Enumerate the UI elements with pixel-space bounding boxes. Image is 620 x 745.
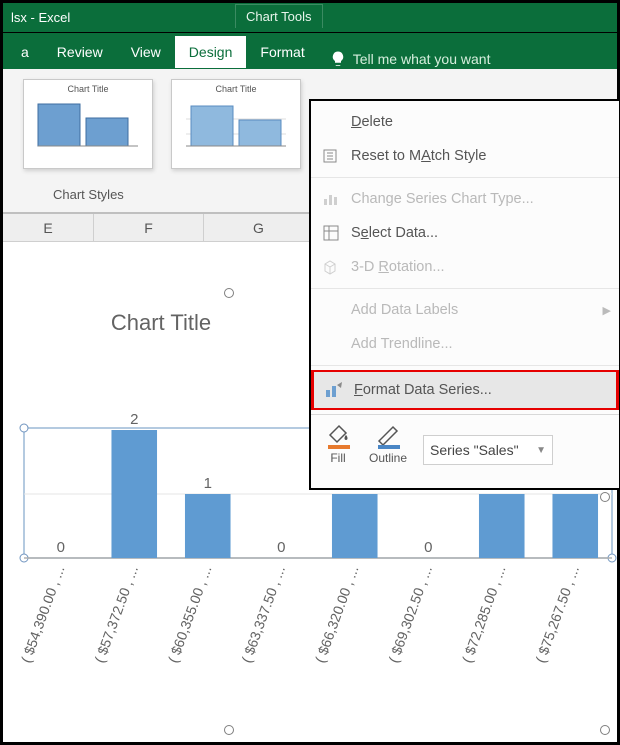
series-selector[interactable]: Series "Sales" ▼ — [423, 435, 553, 465]
tab-review[interactable]: Review — [43, 36, 117, 68]
bar-value-label: 1 — [204, 475, 212, 492]
col-header-G[interactable]: G — [203, 214, 313, 241]
lightbulb-icon — [329, 50, 347, 68]
selection-handle[interactable] — [224, 288, 234, 298]
bar[interactable] — [111, 430, 157, 558]
x-tick-label: ( $63,337.50 , ... — [238, 564, 288, 665]
menu-select-data[interactable]: Select Data... — [311, 216, 619, 250]
menu-3d-rotation: 3-D Rotation... — [311, 250, 619, 284]
col-header-E[interactable]: E — [3, 214, 93, 241]
fill-bucket-icon — [323, 421, 353, 451]
bar-value-label: 0 — [277, 539, 285, 556]
mini-toolbar: Fill Outline Series "Sales" ▼ — [311, 414, 619, 484]
chart-type-icon — [321, 189, 341, 209]
window-title: lsx - Excel — [3, 10, 70, 25]
tell-me-search[interactable]: Tell me what you want — [319, 50, 491, 68]
thumb-title: Chart Title — [24, 84, 152, 94]
blank-icon — [321, 300, 341, 320]
menu-add-trendline: Add Trendline... — [311, 327, 619, 361]
outline-pen-icon — [373, 421, 403, 451]
selection-handle[interactable] — [224, 725, 234, 735]
fill-button[interactable]: Fill — [323, 421, 353, 465]
bar-value-label: 0 — [57, 539, 65, 556]
chart-style-thumb-1[interactable]: Chart Title — [23, 79, 153, 169]
x-tick-label: ( $75,267.50 , ... — [532, 564, 582, 665]
rotation-3d-icon — [321, 257, 341, 277]
chart-tools-label: Chart Tools — [235, 4, 323, 28]
bar[interactable] — [479, 494, 525, 558]
selection-handle[interactable] — [600, 492, 610, 502]
menu-delete[interactable]: Delete — [311, 105, 619, 139]
bar-value-label: 0 — [424, 539, 432, 556]
submenu-arrow-icon: ▶ — [603, 304, 611, 317]
menu-reset-to-match-style[interactable]: Reset to MAtch Style — [311, 139, 619, 173]
chart-style-thumb-2[interactable]: Chart Title — [171, 79, 301, 169]
x-tick-label: ( $60,355.00 , ... — [165, 564, 215, 665]
selection-handle[interactable] — [600, 725, 610, 735]
x-tick-label: ( $54,390.00 , ... — [18, 564, 68, 665]
select-data-icon — [321, 223, 341, 243]
reset-icon — [321, 146, 341, 166]
dropdown-arrow-icon: ▼ — [536, 445, 546, 456]
col-header-F[interactable]: F — [93, 214, 203, 241]
tab-design[interactable]: Design — [175, 36, 247, 68]
tab-view[interactable]: View — [117, 36, 175, 68]
menu-add-data-labels: Add Data Labels ▶ — [311, 293, 619, 327]
outline-button[interactable]: Outline — [369, 421, 407, 465]
x-tick-label: ( $57,372.50 , ... — [91, 564, 141, 665]
x-tick-label: ( $72,285.00 , ... — [459, 564, 509, 665]
context-menu: Delete Reset to MAtch Style Change Serie… — [309, 99, 620, 490]
thumb-title: Chart Title — [172, 84, 300, 94]
tab-partial-a[interactable]: a — [7, 36, 43, 68]
ribbon-tabs: a Review View Design Format Tell me what… — [3, 33, 617, 69]
bar-value-label: 2 — [130, 411, 138, 428]
chart-styles-label: Chart Styles — [53, 187, 124, 202]
blank-icon — [321, 112, 341, 132]
blank-icon — [321, 334, 341, 354]
bar[interactable] — [552, 494, 598, 558]
menu-label: Change Series Chart Type... — [351, 191, 534, 207]
format-series-icon — [324, 380, 344, 400]
menu-format-data-series[interactable]: Format Data Series... — [311, 370, 619, 410]
tell-me-label: Tell me what you want — [353, 51, 491, 67]
x-tick-label: ( $66,320.00 , ... — [312, 564, 362, 665]
bar[interactable] — [332, 494, 378, 558]
tab-format[interactable]: Format — [246, 36, 318, 68]
menu-change-series-chart-type: Change Series Chart Type... — [311, 182, 619, 216]
bar[interactable] — [185, 494, 231, 558]
x-tick-label: ( $69,302.50 , ... — [385, 564, 435, 665]
chart-title[interactable]: Chart Title — [6, 310, 316, 336]
